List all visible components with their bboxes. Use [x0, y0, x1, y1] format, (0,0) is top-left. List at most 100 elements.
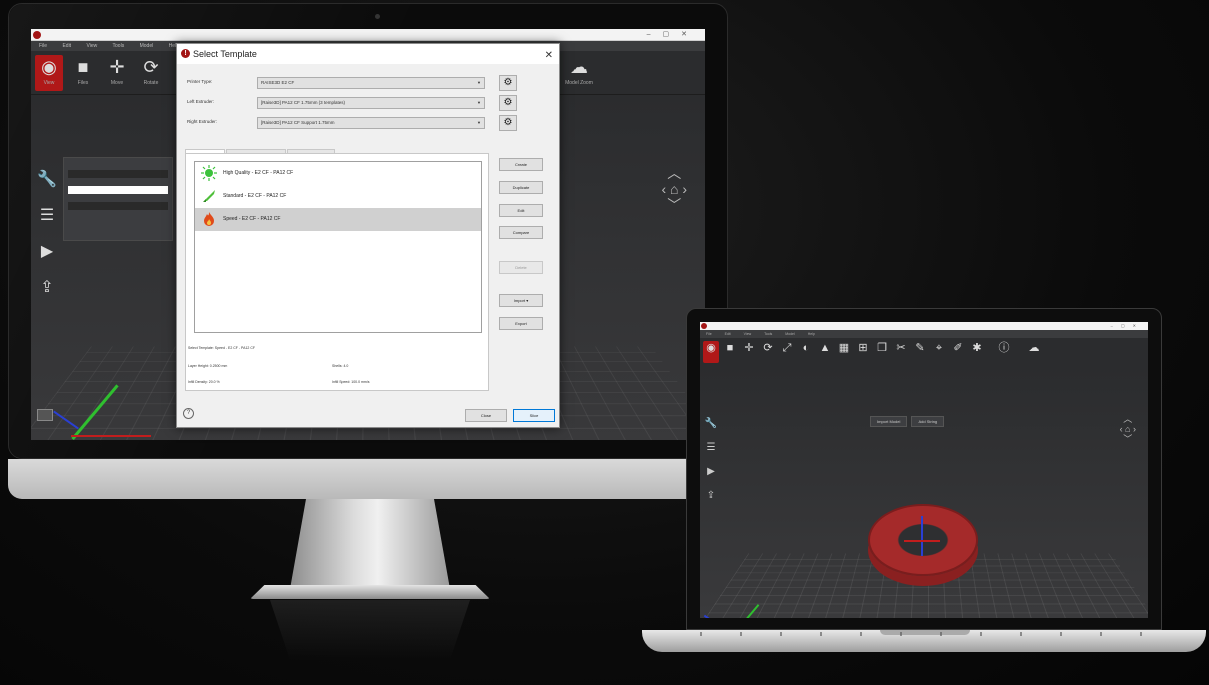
gizmo-x-axis[interactable] [904, 540, 940, 542]
window-controls[interactable]: –▢✕ [1111, 322, 1144, 330]
import-model-chip[interactable]: Import Model [870, 416, 908, 427]
list-icon[interactable]: ☰ [704, 442, 718, 466]
menu-file[interactable]: File [39, 43, 47, 49]
left-tool-strip: 🔧 ☰ ▶ ⇪ [704, 418, 718, 514]
menu-view[interactable]: View [86, 43, 97, 49]
toolbar-arrange-button[interactable]: ⊞ [855, 341, 871, 363]
upload-icon[interactable]: ⇪ [35, 277, 59, 313]
dropdown-arrow-icon: ▼ [477, 100, 481, 105]
toolbar-move-button[interactable]: ✛ Move [103, 55, 131, 91]
toolbar-measure-button[interactable]: ⌖ [931, 341, 947, 363]
camera [375, 14, 380, 19]
chevron-down-icon[interactable]: ﹀ [661, 197, 687, 213]
menu-view[interactable]: View [744, 332, 752, 336]
upload-icon[interactable]: ⇪ [704, 490, 718, 514]
export-button[interactable]: Export [499, 317, 543, 330]
printer-settings-button[interactable]: ⚙ [499, 75, 517, 91]
menu-tools[interactable]: Tools [764, 332, 772, 336]
menu-tools[interactable]: Tools [113, 43, 125, 49]
toolbar-files-button[interactable]: ■ [722, 341, 738, 363]
play-icon[interactable]: ▶ [35, 241, 59, 277]
toolbar-duplicate-button[interactable]: ❐ [874, 341, 890, 363]
arrange-icon: ⊞ [858, 342, 868, 354]
printer-type-select[interactable]: RAISE3D E2 CF ▼ [257, 77, 485, 89]
chevron-up-icon[interactable]: ︿ [661, 165, 687, 181]
toolbar-mirror-button[interactable]: ✂ [893, 341, 909, 363]
toolbar-view-button[interactable]: ◉ View [35, 55, 63, 91]
toolbar-rotate-button[interactable]: ⟳ Rotate [137, 55, 165, 91]
menu-file[interactable]: File [706, 332, 712, 336]
slice-button[interactable]: Slice [513, 409, 555, 422]
close-button[interactable]: Close [465, 409, 507, 422]
menu-edit[interactable]: Edit [725, 332, 731, 336]
template-item-speed[interactable]: Speed - E2 CF - PA12 CF [195, 208, 481, 231]
gear-icon: ⚙ [503, 117, 513, 128]
toolbar-merge-button[interactable]: ▦ [836, 341, 852, 363]
toolbar-rotate-button[interactable]: ⟳ [760, 341, 776, 363]
right-extruder-select[interactable]: [Raise3D] PA12 CF Support 1.75mm ▼ [257, 117, 485, 129]
help-icon[interactable]: ? [183, 408, 194, 419]
toolbar-model-zoom-button[interactable]: ☁ Model Zoom [565, 55, 593, 91]
delete-button[interactable]: Delete [499, 261, 543, 274]
template-item-standard[interactable]: Standard - E2 CF - PA12 CF [195, 185, 481, 208]
wrench-icon[interactable]: 🔧 [35, 169, 59, 205]
view-navigation[interactable]: ︿ ‹ ⌂ › ﹀ [1120, 414, 1136, 444]
menu-help[interactable]: Help [808, 332, 815, 336]
add-string-chip[interactable]: Add String [911, 416, 945, 427]
option-checkbox[interactable] [68, 202, 168, 210]
extruder-field[interactable] [68, 170, 168, 178]
toolbar-scale-button[interactable]: ⤢ [779, 341, 795, 363]
toolbar-cut-button[interactable]: ◐ [798, 341, 814, 363]
selected-template-label: Select Template: Speed - E2 CF - PA12 CF [188, 346, 255, 350]
printer-icon[interactable] [37, 409, 53, 421]
right-extruder-settings-button[interactable]: ⚙ [499, 115, 517, 131]
toolbar-info-button[interactable]: ⓘ [996, 341, 1012, 363]
toolbar-files-button[interactable]: ■ Files [69, 55, 97, 91]
template-name: Speed - E2 CF - PA12 CF [223, 216, 281, 222]
menu-model[interactable]: Model [140, 43, 154, 49]
compare-button[interactable]: Compare [499, 226, 543, 239]
infill-density-value: Infill Density: 20.0 % [188, 380, 220, 384]
left-extruder-settings-button[interactable]: ⚙ [499, 95, 517, 111]
toolbar-tool-button[interactable]: ✱ [969, 341, 985, 363]
chevron-up-icon[interactable]: ︿ [1120, 414, 1136, 424]
menu-edit[interactable]: Edit [62, 43, 71, 49]
app-logo-icon: ! [181, 49, 190, 58]
list-icon[interactable]: ☰ [35, 205, 59, 241]
window-controls[interactable]: –▢✕ [647, 29, 699, 41]
template-item-high-quality[interactable]: High Quality - E2 CF - PA12 CF [195, 162, 481, 185]
left-extruder-select[interactable]: [Raise3D] PA12 CF 1.75mm (3 templates) ▼ [257, 97, 485, 109]
toolbar-paint-button[interactable]: ✎ [912, 341, 928, 363]
toolbar-model-zoom-button[interactable]: ☁ [1026, 341, 1042, 363]
toolbar-label: View [43, 80, 55, 86]
gizmo-z-axis[interactable] [921, 516, 923, 556]
create-button[interactable]: Create [499, 158, 543, 171]
template-list[interactable]: High Quality - E2 CF - PA12 CF Standard … [194, 161, 482, 333]
play-icon[interactable]: ▶ [704, 466, 718, 490]
edit-button[interactable]: Edit [499, 204, 543, 217]
high-quality-icon [201, 165, 217, 181]
color-field[interactable] [68, 186, 168, 194]
close-icon[interactable]: ✕ [545, 46, 553, 66]
toolbar-support-button[interactable]: ▲ [817, 341, 833, 363]
home-view-icon[interactable]: ‹ ⌂ › [1120, 424, 1136, 434]
move-icon: ✛ [744, 342, 754, 354]
chevron-down-icon[interactable]: ﹀ [1120, 434, 1136, 444]
laptop-hinge-vents [700, 632, 1150, 636]
duplicate-button[interactable]: Duplicate [499, 181, 543, 194]
dropdown-arrow-icon: ▼ [477, 80, 481, 85]
menu-model[interactable]: Model [785, 332, 795, 336]
toolbar-move-button[interactable]: ✛ [741, 341, 757, 363]
toolbar-view-button[interactable]: ◉ [703, 341, 719, 363]
import-button[interactable]: Import ▾ [499, 294, 543, 307]
view-navigation[interactable]: ︿ ‹ ⌂ › ﹀ [661, 165, 687, 213]
toolbar-brush-button[interactable]: ✐ [950, 341, 966, 363]
printer-type-label: Printer Type: [187, 79, 213, 84]
home-view-icon[interactable]: ‹ ⌂ › [661, 181, 687, 197]
move-icon: ✛ [109, 57, 125, 77]
dialog-title: Select Template [193, 49, 257, 59]
left-extruder-row: Left Extruder: [Raise3D] PA12 CF 1.75mm … [177, 95, 559, 111]
app-title-bar: –▢✕ [31, 29, 705, 41]
3d-viewport[interactable]: Import Model Add String ︿ ‹ ⌂ › ﹀ [700, 366, 1148, 618]
wrench-icon[interactable]: 🔧 [704, 418, 718, 442]
